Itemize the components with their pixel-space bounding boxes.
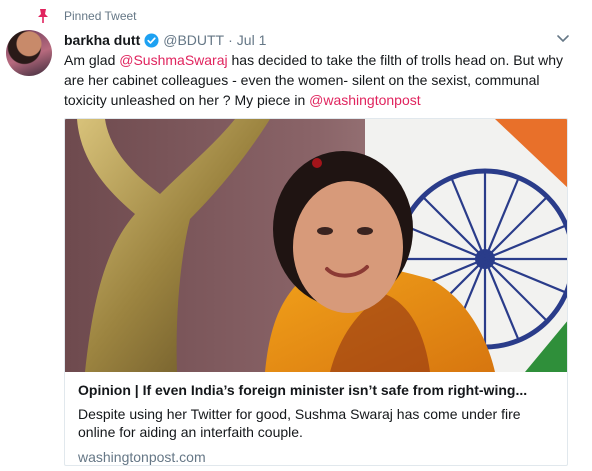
- verified-badge-icon: [144, 32, 159, 48]
- mention-washingtonpost[interactable]: @washingtonpost: [309, 92, 421, 108]
- tweet-text-part: Am glad: [64, 52, 120, 68]
- card-title[interactable]: Opinion | If even India’s foreign minist…: [78, 381, 557, 399]
- separator: ·: [228, 32, 233, 48]
- card-domain: washingtonpost.com: [78, 449, 206, 465]
- chevron-down-icon[interactable]: [556, 34, 570, 44]
- avatar[interactable]: [6, 30, 52, 76]
- tweet-date[interactable]: Jul 1: [237, 32, 267, 48]
- mention-sushmaswaraj[interactable]: @SushmaSwaraj: [119, 52, 227, 68]
- link-preview-card[interactable]: Opinion | If even India’s foreign minist…: [64, 118, 568, 466]
- author-handle[interactable]: @BDUTT: [163, 32, 224, 48]
- tweet-header: barkha dutt @BDUTT · Jul 1: [64, 30, 572, 50]
- pin-icon: [38, 9, 48, 23]
- card-description: Despite using her Twitter for good, Sush…: [78, 406, 521, 440]
- card-image: [65, 119, 567, 372]
- author-name[interactable]: barkha dutt: [64, 32, 140, 48]
- card-body: Opinion | If even India’s foreign minist…: [78, 381, 557, 465]
- pinned-tweet-indicator: Pinned Tweet: [36, 8, 137, 24]
- pinned-label: Pinned Tweet: [64, 9, 137, 23]
- tweet-text: Am glad @SushmaSwaraj has decided to tak…: [64, 50, 574, 110]
